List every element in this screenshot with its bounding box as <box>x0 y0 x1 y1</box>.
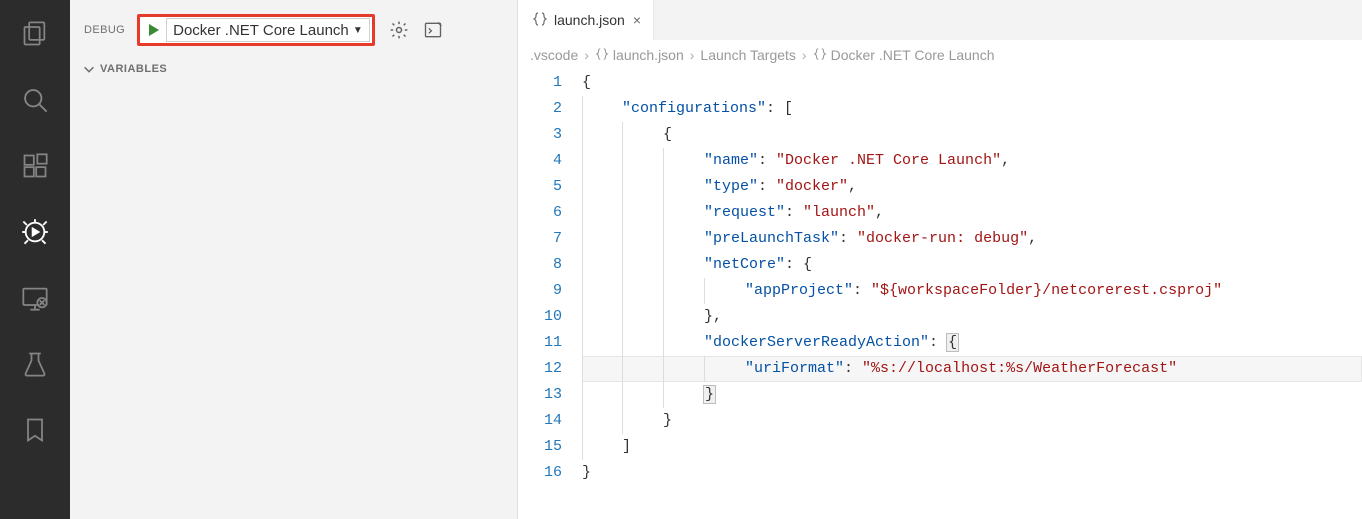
tab-launch-json[interactable]: launch.json × <box>518 0 654 40</box>
code-content[interactable]: { "configurations": [ { "name": "Docker … <box>582 70 1362 519</box>
debug-config-select[interactable]: Docker .NET Core Launch <box>166 18 370 42</box>
start-debug-button[interactable] <box>142 22 166 38</box>
bookmark-icon[interactable] <box>19 414 51 446</box>
breadcrumb-item: .vscode <box>530 47 578 63</box>
breadcrumb[interactable]: .vscode › launch.json › Launch Targets ›… <box>518 40 1362 70</box>
line-number-gutter: 1 2 3 4 5 6 7 8 9 10 11 12 13 14 15 16 <box>518 70 582 519</box>
debug-config-selected: Docker .NET Core Launch <box>173 22 349 39</box>
explorer-icon[interactable] <box>19 18 51 50</box>
chevron-right-icon: › <box>584 47 589 63</box>
remote-icon[interactable] <box>19 282 51 314</box>
breadcrumb-item: launch.json <box>595 47 684 64</box>
breadcrumb-item: Docker .NET Core Launch <box>813 47 995 64</box>
debug-side-panel: DEBUG Docker .NET Core Launch VARIABLES <box>70 0 518 519</box>
debug-title: DEBUG <box>84 24 125 36</box>
debug-console-icon[interactable] <box>423 20 443 40</box>
variables-label: VARIABLES <box>100 63 167 75</box>
close-icon[interactable]: × <box>631 10 643 30</box>
json-object-icon <box>813 47 827 64</box>
search-icon[interactable] <box>19 84 51 116</box>
breadcrumb-item: Launch Targets <box>700 47 795 63</box>
variables-section-header[interactable]: VARIABLES <box>70 56 517 82</box>
debug-icon[interactable] <box>19 216 51 248</box>
extensions-icon[interactable] <box>19 150 51 182</box>
chevron-down-icon <box>82 62 96 76</box>
tab-filename: launch.json <box>554 12 625 28</box>
chevron-right-icon: › <box>802 47 807 63</box>
gear-icon[interactable] <box>389 20 409 40</box>
code-editor[interactable]: 1 2 3 4 5 6 7 8 9 10 11 12 13 14 15 16 {… <box>518 70 1362 519</box>
beaker-icon[interactable] <box>19 348 51 380</box>
debug-config-group: Docker .NET Core Launch <box>137 14 375 46</box>
editor-area: launch.json × .vscode › launch.json › La… <box>518 0 1362 519</box>
json-file-icon <box>532 11 548 30</box>
json-file-icon <box>595 47 609 64</box>
tab-bar: launch.json × <box>518 0 1362 40</box>
chevron-right-icon: › <box>690 47 695 63</box>
debug-header: DEBUG Docker .NET Core Launch <box>70 0 517 56</box>
activity-bar <box>0 0 70 519</box>
